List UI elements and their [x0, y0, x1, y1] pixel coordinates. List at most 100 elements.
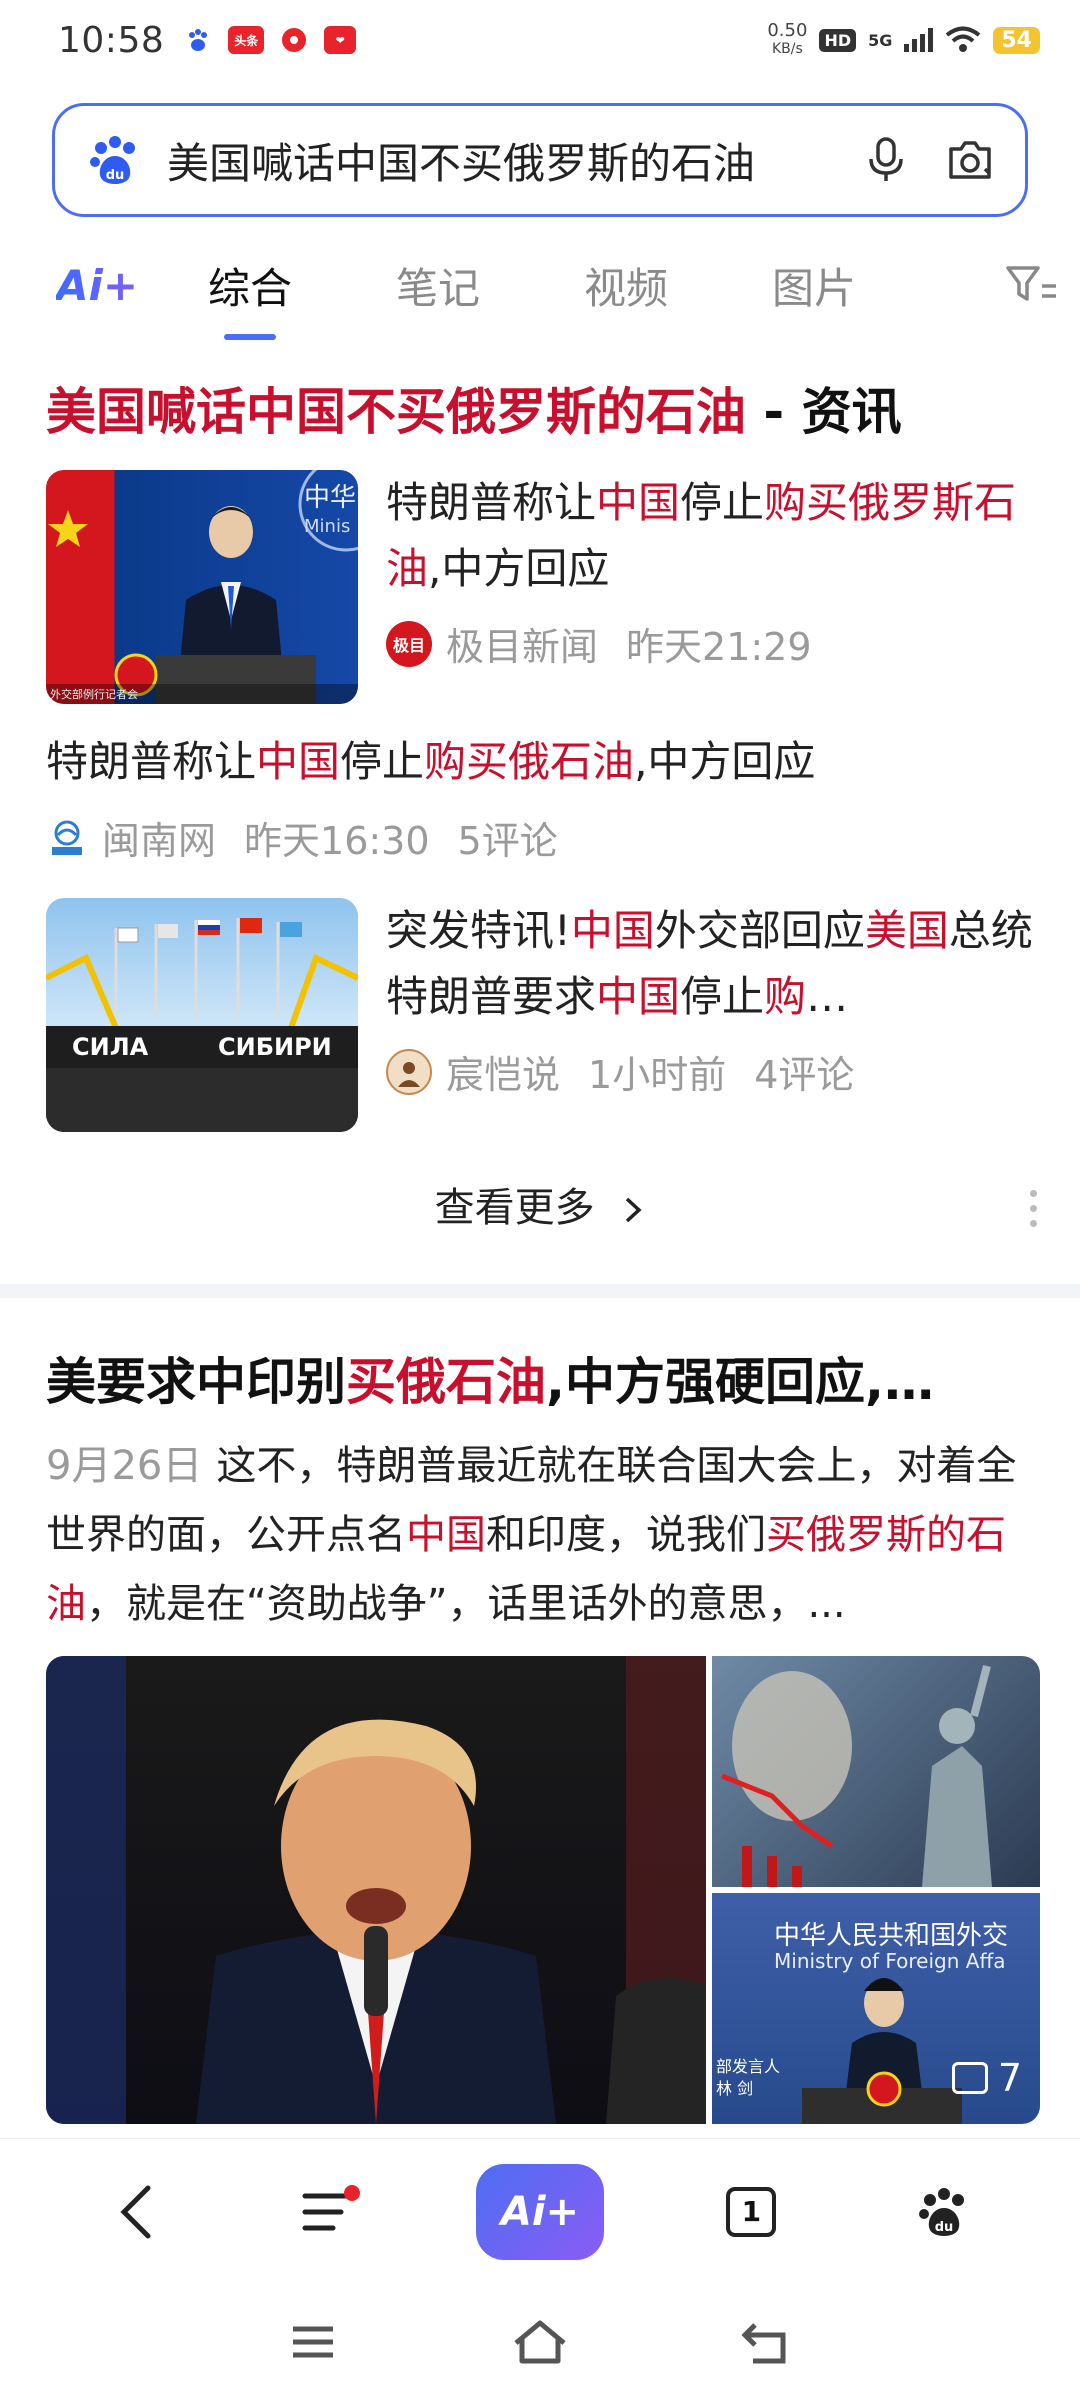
pipeline-text-left: СИЛА: [72, 1033, 149, 1061]
news-comments: 4评论: [754, 1053, 855, 1097]
baidu-paw-icon: du: [918, 2187, 964, 2236]
network-type-label: 5G: [868, 30, 893, 50]
result-date: 9月26日: [46, 1443, 203, 1489]
title-keyword: 中国: [570, 906, 655, 955]
baidu-logo-icon[interactable]: du: [87, 132, 143, 188]
tab-count: 1: [726, 2186, 777, 2237]
result-image-gallery: 中华人民共和国外交 Ministry of Foreign Affa 部发言人 …: [46, 1656, 1040, 2124]
menu-button[interactable]: [284, 2167, 374, 2257]
title-keyword: 购: [764, 972, 807, 1021]
section-divider: [0, 1284, 1080, 1298]
result-snippet-2[interactable]: 9月26日 这不，特朗普最近就在联合国大会上，对着全世界的面，公开点名中国和印度，…: [46, 1432, 1036, 1639]
app-notification-icon: ❤: [324, 26, 357, 54]
net-speed-unit: KB/s: [772, 41, 803, 57]
news-source[interactable]: 宸恺说: [446, 1044, 560, 1099]
title-part: ,中方回应: [428, 544, 610, 593]
title-part: 特朗普称让: [46, 737, 257, 786]
tab-notes[interactable]: 笔记: [344, 255, 532, 316]
snippet-part: ，就是在“资助战争”，话里话外的意思，...: [86, 1581, 846, 1627]
title-part: ,中方回应: [634, 737, 816, 786]
bottom-toolbar: Ai+ 1 du: [0, 2138, 1080, 2284]
news-time: 1小时前: [588, 1053, 727, 1097]
snippet-keyword: 中国: [406, 1512, 486, 1558]
battery-icon: 54: [993, 26, 1040, 54]
svg-text:du: du: [106, 168, 125, 183]
sign-text-cn: 中华人民共和国外交: [774, 1921, 1009, 1951]
svg-text:中华: 中华: [304, 483, 356, 513]
tab-comprehensive[interactable]: 综合: [156, 255, 344, 340]
notification-dot: [343, 2184, 360, 2201]
title-part: 停止: [340, 737, 425, 786]
music-notification-icon: [278, 26, 311, 54]
title-part: 特朗普称让: [386, 478, 597, 527]
news-title-3[interactable]: 突发特讯!中国外交部回应美国总统特朗普要求中国停止购…: [386, 898, 1036, 1030]
news-thumbnail-3[interactable]: СИЛА СИБИРИ: [46, 898, 358, 1132]
title-keyword: 购买俄石油: [424, 737, 635, 786]
title-part: ,中方强硬回应,…: [546, 1353, 934, 1411]
title-keyword: 中国: [256, 737, 341, 786]
notification-icons: 头条 ❤: [182, 26, 357, 54]
microphone-icon[interactable]: [861, 135, 911, 185]
title-part: 停止: [680, 478, 765, 527]
baidu-home-button[interactable]: du: [899, 2167, 989, 2257]
gallery-thumb-2[interactable]: 中华人民共和国外交 Ministry of Foreign Affa 部发言人 …: [712, 1893, 1040, 2124]
news-time: 昨天16:30: [244, 819, 430, 863]
toutiao-notification-icon: 头条: [228, 26, 265, 54]
gallery-side: 中华人民共和国外交 Ministry of Foreign Affa 部发言人 …: [712, 1656, 1040, 2124]
news-source[interactable]: 闽南网: [102, 810, 216, 865]
see-more-button[interactable]: 查看更多: [0, 1175, 1080, 1233]
result-title-2[interactable]: 美要求中印别买俄石油,中方强硬回应,…: [46, 1342, 934, 1414]
back-button[interactable]: [91, 2167, 181, 2257]
news-thumbnail-1[interactable]: 中华 Minis 外交部例行记者会: [46, 470, 358, 704]
title-keyword: 美国: [864, 906, 949, 955]
title-part: 美要求中印别: [46, 1353, 346, 1411]
svg-text:Minis: Minis: [304, 516, 350, 537]
image-count-badge: 7: [951, 2056, 1022, 2100]
news-item-3[interactable]: СИЛА СИБИРИ 突发特讯!中国外交部回应美国总统特朗普要求中国停止购… …: [46, 898, 1036, 1132]
more-options-icon[interactable]: [1030, 1190, 1038, 1235]
news-source[interactable]: 极目新闻: [446, 616, 598, 671]
news-section-title[interactable]: 美国喊话中国不买俄罗斯的石油 - 资讯: [46, 372, 902, 444]
tabs-button[interactable]: 1: [706, 2167, 796, 2257]
title-keyword: 中国: [596, 972, 681, 1021]
news-meta-2: 闽南网 昨天16:30 5评论: [46, 810, 558, 865]
title-keyword: 买俄石油: [346, 1353, 546, 1411]
status-right: 0.50 KB/s HD 5G 54: [767, 22, 1040, 58]
gallery-main-image[interactable]: [46, 1656, 706, 2124]
title-keyword: 中国: [596, 478, 681, 527]
sign-text-en: Ministry of Foreign Affa: [774, 1949, 1006, 1973]
search-input[interactable]: 美国喊话中国不买俄罗斯的石油: [167, 130, 827, 191]
filter-icon[interactable]: [1004, 262, 1060, 308]
spokesperson-label: 部发言人: [716, 2057, 781, 2076]
news-item-1[interactable]: 中华 Minis 外交部例行记者会 特朗普称让中国停止购买俄罗斯石油,中方回应 …: [46, 470, 1036, 704]
minnan-source-icon: [52, 820, 82, 855]
tab-videos[interactable]: 视频: [532, 255, 720, 316]
back-nav-icon[interactable]: [737, 2317, 797, 2367]
home-icon[interactable]: [510, 2317, 570, 2367]
tab-images[interactable]: 图片: [720, 255, 908, 316]
recent-apps-icon[interactable]: [283, 2317, 343, 2367]
gallery-icon: [951, 2062, 988, 2094]
news-meta-1: 极目 极目新闻 昨天21:29: [386, 616, 1036, 671]
image-count: 7: [997, 2056, 1022, 2100]
camera-search-icon[interactable]: [945, 135, 995, 185]
jimu-source-icon: 极目: [386, 620, 432, 667]
author-avatar: [386, 1048, 432, 1095]
news-meta-3: 宸恺说 1小时前 4评论: [386, 1044, 1036, 1099]
ai-assistant-button[interactable]: Ai+: [475, 2163, 604, 2260]
status-time: 10:58: [58, 19, 165, 61]
news-comments: 5评论: [457, 819, 558, 863]
search-bar[interactable]: du 美国喊话中国不买俄罗斯的石油: [52, 103, 1028, 217]
title-part: 停止: [680, 972, 765, 1021]
thumbnail-caption: 外交部例行记者会: [50, 688, 138, 701]
gallery-thumb-1[interactable]: [712, 1656, 1040, 1887]
baidu-notification-icon: [182, 26, 215, 54]
system-nav-bar: [0, 2284, 1080, 2400]
news-section-title-keyword: 美国喊话中国不买俄罗斯的石油: [46, 383, 746, 441]
net-speed-value: 0.50: [767, 20, 808, 41]
news-title-1[interactable]: 特朗普称让中国停止购买俄罗斯石油,中方回应: [386, 470, 1036, 602]
news-title-2[interactable]: 特朗普称让中国停止购买俄石油,中方回应: [46, 728, 815, 789]
chevron-right-icon: [626, 1197, 642, 1223]
signal-icon: [904, 28, 934, 52]
ai-tab[interactable]: Ai+: [56, 261, 156, 310]
